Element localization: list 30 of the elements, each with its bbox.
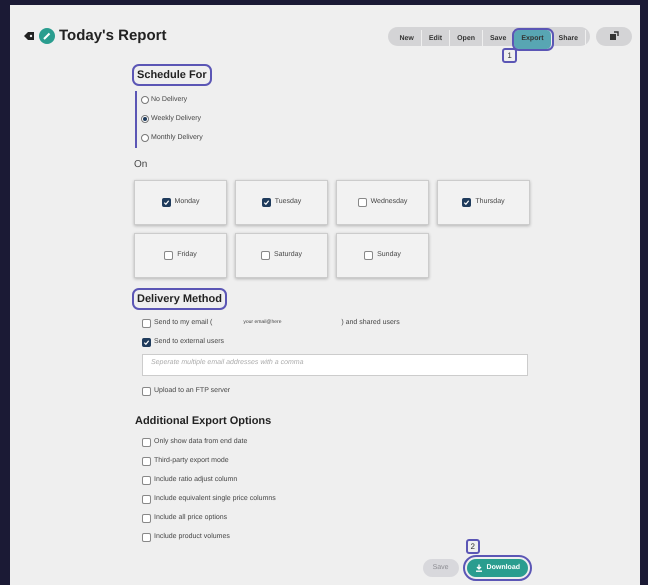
checkbox[interactable] [142,386,151,396]
pencil-icon [39,28,55,44]
checkbox[interactable] [142,476,151,485]
checkbox[interactable] [142,457,151,466]
radio-button[interactable] [141,96,149,104]
radio-button[interactable] [141,134,149,142]
download-icon [474,564,483,572]
checkbox[interactable] [262,198,271,206]
checkbox[interactable] [142,438,151,447]
checkbox[interactable] [142,318,151,328]
section-heading: Schedule For [134,66,210,84]
checkbox[interactable] [358,198,367,206]
section-heading: Delivery Method [134,290,225,308]
checkbox[interactable] [364,250,374,260]
checkbox[interactable] [142,533,151,542]
share-icon-button[interactable] [596,26,632,46]
checkbox[interactable] [162,198,171,206]
checkbox[interactable] [142,338,151,346]
checkbox[interactable] [462,198,472,206]
on-label: On [134,158,148,172]
page-title: Today's Report [59,26,166,46]
callout-number: 2 [466,539,480,554]
callout-number: 1 [502,48,517,63]
checkbox[interactable] [142,495,151,504]
checkbox[interactable] [164,250,174,260]
tag-icon [23,31,35,42]
section-heading: Additional Export Options [134,414,272,428]
checkbox[interactable] [260,250,270,260]
radio-button[interactable] [141,115,149,123]
checkbox[interactable] [142,514,151,523]
